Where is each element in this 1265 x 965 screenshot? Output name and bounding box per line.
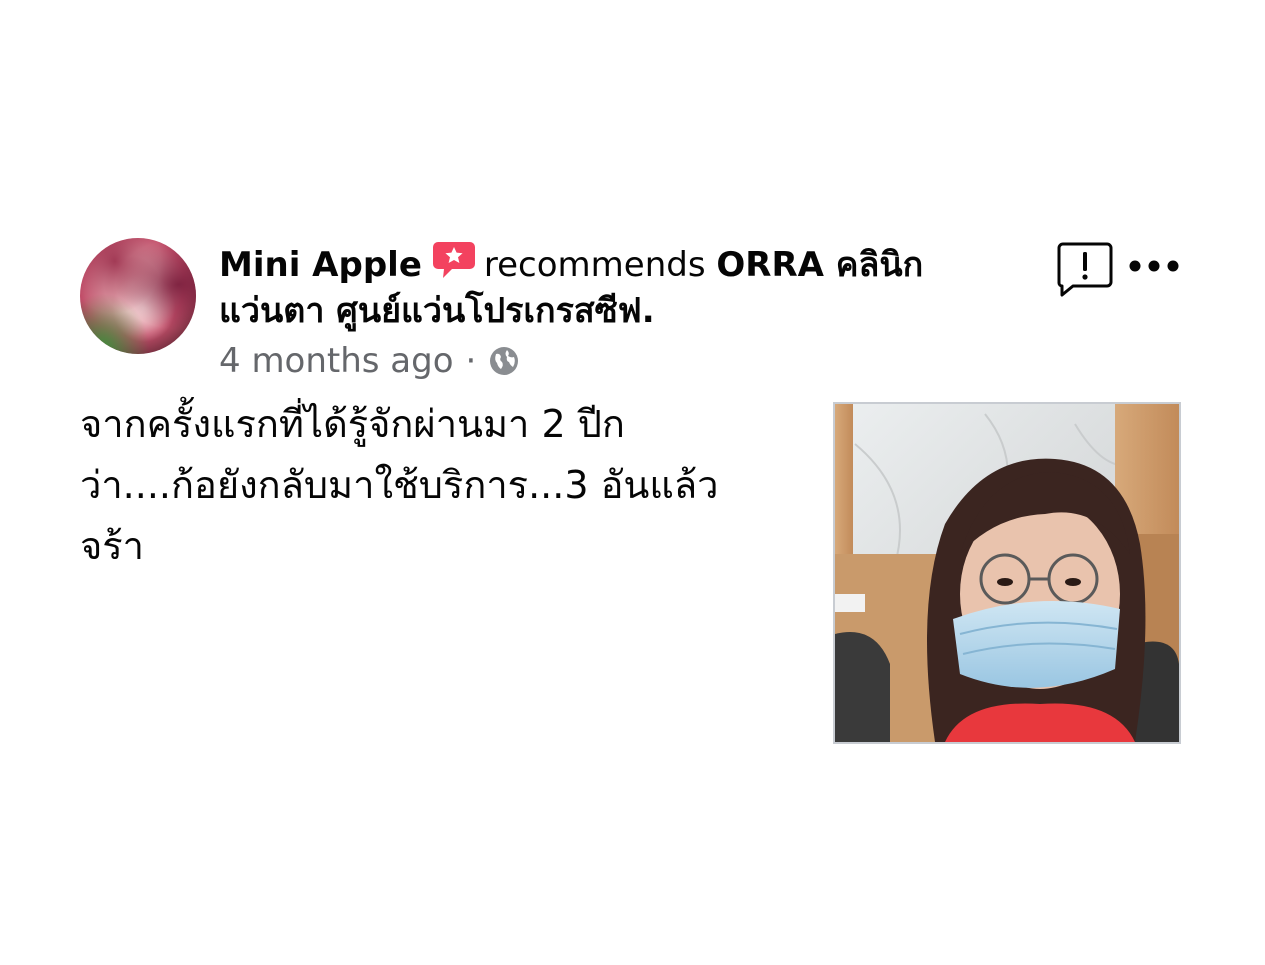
separator: · — [465, 341, 477, 381]
avatar[interactable] — [80, 238, 196, 354]
post-body: จากครั้งแรกที่ได้รู้จักผ่านมา 2 ปีก ว่า.… — [80, 402, 719, 568]
post-header: Mini Apple recommends ORRA คลินิก แว่นตา… — [219, 240, 979, 334]
star-speech-bubble-icon — [432, 242, 475, 278]
globe-icon[interactable] — [488, 345, 520, 377]
post-meta: 4 months ago · — [219, 338, 520, 384]
author-name[interactable]: Mini Apple — [219, 245, 422, 285]
attached-photo[interactable] — [833, 402, 1181, 744]
page-name-line1[interactable]: ORRA คลินิก — [716, 245, 923, 285]
report-icon[interactable] — [1057, 241, 1113, 297]
more-options-icon[interactable] — [1127, 256, 1183, 276]
timestamp[interactable]: 4 months ago — [219, 341, 454, 381]
page-name-suffix: . — [641, 291, 655, 331]
recommendation-post: Mini Apple recommends ORRA คลินิก แว่นตา… — [0, 0, 1265, 965]
recommends-label: recommends — [483, 245, 706, 285]
selfie-photo — [835, 404, 1179, 742]
page-name-line2[interactable]: แว่นตา ศูนย์แว่นโปรเกรสซีฟ — [219, 291, 642, 331]
